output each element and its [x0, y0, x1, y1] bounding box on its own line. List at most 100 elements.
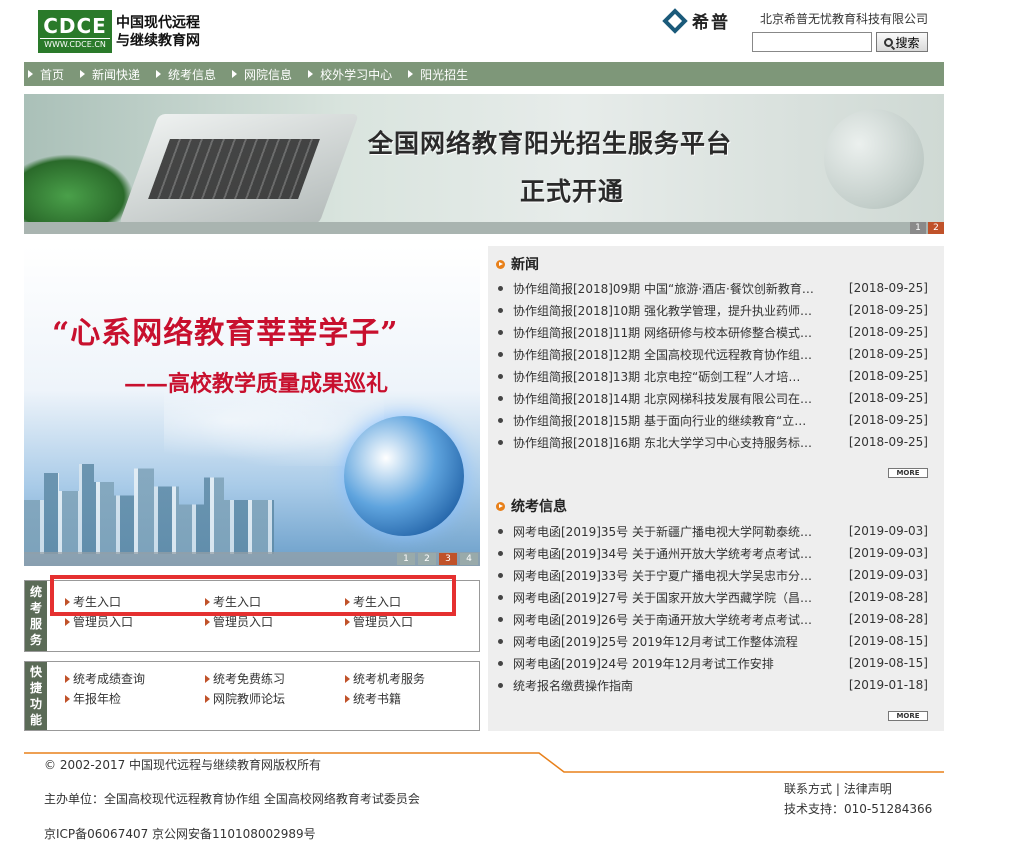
bullet-icon: [498, 439, 503, 445]
side-char: 考: [29, 601, 42, 615]
link-label: 统考机考服务: [353, 672, 426, 686]
link-label: 统考免费练习: [213, 672, 286, 686]
teacher-forum-link[interactable]: 网院教师论坛: [205, 690, 285, 707]
bullet-icon: [498, 572, 503, 578]
separator: |: [835, 782, 840, 796]
nav-item-learning-center[interactable]: 校外学习中心: [308, 66, 392, 83]
nav-item-home[interactable]: 首页: [28, 66, 64, 83]
news-item[interactable]: 协作组简报[2018]12期 全国高校现代远程教育协作组… [2018-09-25…: [498, 343, 928, 365]
exam-info-item-title: 网考电函[2019]35号 关于新疆广播电视大学阿勒泰统…: [513, 524, 812, 539]
banner-page-2[interactable]: 2: [928, 222, 944, 234]
slide-page-1[interactable]: 1: [397, 553, 415, 565]
exam-info-heading[interactable]: 统考信息: [496, 496, 567, 516]
partner-logo[interactable]: 希普: [662, 7, 730, 34]
feature-slide[interactable]: “心系网络教育莘莘学子” ——高校教学质量成果巡礼 1 2 3 4: [24, 246, 480, 566]
side-char: 务: [29, 633, 42, 647]
nav-label: 校外学习中心: [320, 67, 393, 82]
quick-functions-panel: 快 捷 功 能 统考成绩查询 统考免费练习 统考机考服务 年报年检 网院教师论坛…: [24, 661, 480, 731]
logo-url: WWW.CDCE.CN: [40, 38, 110, 51]
top-banner[interactable]: 全国网络教育阳光招生服务平台 正式开通 1 2: [24, 94, 944, 234]
slide-pager: 1 2 3 4: [394, 553, 478, 565]
news-item-title: 协作组简报[2018]16期 东北大学学习中心支持服务标…: [513, 435, 812, 450]
exam-info-item-date: [2019-01-18]: [848, 678, 928, 692]
contact-link[interactable]: 联系方式: [784, 782, 832, 796]
exam-info-item-date: [2019-08-15]: [848, 634, 928, 648]
slide-page-2[interactable]: 2: [418, 553, 436, 565]
student-entry-link-3[interactable]: 考生入口: [345, 593, 401, 610]
search-button[interactable]: 搜索: [876, 32, 928, 52]
heading-label: 统考信息: [511, 499, 567, 515]
nav-item-news[interactable]: 新闻快递: [80, 66, 140, 83]
exam-info-item-date: [2019-09-03]: [848, 546, 928, 560]
admin-entry-link-2[interactable]: 管理员入口: [205, 613, 273, 630]
slide-page-4[interactable]: 4: [460, 553, 478, 565]
exam-info-item[interactable]: 网考电函[2019]26号 关于南通开放大学统考考点考试… [2019-08-28…: [498, 608, 928, 630]
nav-item-college-info[interactable]: 网院信息: [232, 66, 292, 83]
nav-item-admissions[interactable]: 阳光招生: [408, 66, 468, 83]
link-label: 考生入口: [353, 595, 402, 609]
news-item[interactable]: 协作组简报[2018]15期 基于面向行业的继续教育“立… [2018-09-25…: [498, 409, 928, 431]
bullet-icon: [498, 329, 503, 335]
heading-label: 新闻: [511, 257, 539, 273]
news-heading[interactable]: 新闻: [496, 254, 539, 274]
exam-info-more-button[interactable]: MORE: [888, 711, 928, 721]
triangle-right-icon: [308, 70, 314, 78]
news-item[interactable]: 协作组简报[2018]11期 网络研修与校本研修整合模式… [2018-09-25…: [498, 321, 928, 343]
exam-info-item-date: [2019-08-28]: [848, 612, 928, 626]
score-query-link[interactable]: 统考成绩查询: [65, 670, 145, 687]
news-item[interactable]: 协作组简报[2018]13期 北京电控“砺剑工程”人才培… [2018-09-25…: [498, 365, 928, 387]
bullet-icon: [498, 528, 503, 534]
exam-service-panel: 统 考 服 务 考生入口 考生入口 考生入口 管理员入口 管理员入口 管理员入口: [24, 580, 480, 652]
logo-line1: 中国现代远程: [116, 14, 200, 31]
icp-record: 京ICP备06067407 京公网安备110108002989号: [44, 827, 316, 841]
exam-info-item[interactable]: 统考报名缴费操作指南 [2019-01-18]: [498, 674, 928, 696]
nav-item-exam-info[interactable]: 统考信息: [156, 66, 216, 83]
sponsor: 主办单位：全国高校现代远程教育协作组 全国高校网络教育考试委员会: [44, 792, 420, 806]
link-label: 管理员入口: [213, 615, 274, 629]
news-more-button[interactable]: MORE: [888, 468, 928, 478]
admin-entry-link-1[interactable]: 管理员入口: [65, 613, 133, 630]
news-item-date: [2018-09-25]: [848, 303, 928, 317]
side-char: 统: [29, 585, 42, 599]
annual-review-link[interactable]: 年报年检: [65, 690, 121, 707]
exam-info-item-title: 网考电函[2019]24号 2019年12月考试工作安排: [513, 656, 774, 671]
link-label: 统考书籍: [353, 692, 402, 706]
bullet-icon: [498, 638, 503, 644]
exam-info-item[interactable]: 网考电函[2019]35号 关于新疆广播电视大学阿勒泰统… [2019-09-03…: [498, 520, 928, 542]
news-item-date: [2018-09-25]: [848, 369, 928, 383]
exam-info-item[interactable]: 网考电函[2019]27号 关于国家开放大学西藏学院（昌… [2019-08-28…: [498, 586, 928, 608]
arrow-right-icon: [65, 694, 70, 703]
nav-label: 统考信息: [168, 67, 217, 82]
news-item[interactable]: 协作组简报[2018]14期 北京网梯科技发展有限公司在… [2018-09-25…: [498, 387, 928, 409]
exam-info-item[interactable]: 网考电函[2019]33号 关于宁夏广播电视大学吴忠市分… [2019-09-03…: [498, 564, 928, 586]
exam-info-item-date: [2019-08-28]: [848, 590, 928, 604]
news-item[interactable]: 协作组简报[2018]16期 东北大学学习中心支持服务标… [2018-09-25…: [498, 431, 928, 453]
nav-label: 新闻快递: [92, 67, 141, 82]
leaf-image: [24, 154, 134, 224]
free-practice-link[interactable]: 统考免费练习: [205, 670, 285, 687]
search-input[interactable]: [752, 32, 872, 52]
news-item[interactable]: 协作组简报[2018]09期 中国“旅游·酒店·餐饮创新教育… [2018-09-…: [498, 277, 928, 299]
exam-service-links: 考生入口 考生入口 考生入口 管理员入口 管理员入口 管理员入口: [55, 581, 479, 651]
bullet-icon: [498, 285, 503, 291]
exam-books-link[interactable]: 统考书籍: [345, 690, 401, 707]
news-item-date: [2018-09-25]: [848, 413, 928, 427]
banner-page-1[interactable]: 1: [910, 222, 926, 234]
tech-support: 技术支持：010-51284366: [784, 802, 933, 816]
computer-exam-link[interactable]: 统考机考服务: [345, 670, 425, 687]
arrow-right-icon: [205, 597, 210, 606]
site-logo[interactable]: CDCE WWW.CDCE.CN 中国现代远程 与继续教育网: [38, 10, 200, 53]
legal-link[interactable]: 法律声明: [844, 782, 892, 796]
exam-info-item[interactable]: 网考电函[2019]34号 关于通州开放大学统考考点考试… [2019-09-03…: [498, 542, 928, 564]
student-entry-link-1[interactable]: 考生入口: [65, 593, 121, 610]
link-label: 统考成绩查询: [73, 672, 146, 686]
news-item-date: [2018-09-25]: [848, 391, 928, 405]
admin-entry-link-3[interactable]: 管理员入口: [345, 613, 413, 630]
student-entry-link-2[interactable]: 考生入口: [205, 593, 261, 610]
news-item[interactable]: 协作组简报[2018]10期 强化教学管理，提升执业药师… [2018-09-25…: [498, 299, 928, 321]
slide-page-3[interactable]: 3: [439, 553, 457, 565]
exam-info-item[interactable]: 网考电函[2019]24号 2019年12月考试工作安排 [2019-08-15]: [498, 652, 928, 674]
exam-info-item[interactable]: 网考电函[2019]25号 2019年12月考试工作整体流程 [2019-08-1…: [498, 630, 928, 652]
news-item-title: 协作组简报[2018]15期 基于面向行业的继续教育“立…: [513, 413, 807, 428]
triangle-right-icon: [28, 70, 33, 78]
